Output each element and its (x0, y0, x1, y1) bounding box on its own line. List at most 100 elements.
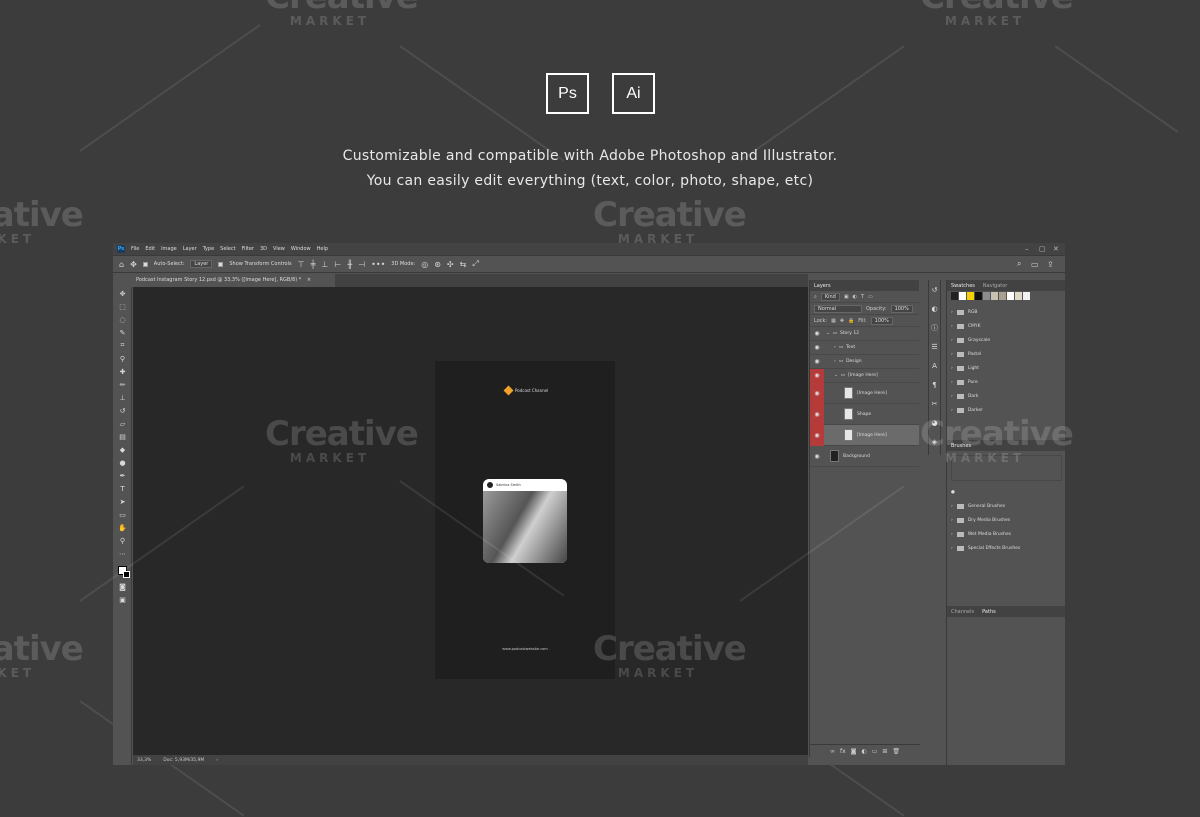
workspace-icon[interactable]: ▭ (1031, 260, 1039, 269)
color-swatch[interactable] (951, 292, 958, 300)
share-icon[interactable]: ⇪ (1047, 260, 1054, 269)
swatch-group[interactable]: › Dark (947, 389, 1065, 403)
layer-row[interactable]: ◉ ⌄ ▭ Story 12 (810, 327, 919, 341)
dodge-tool-icon[interactable]: ● (113, 456, 132, 469)
color-swatch[interactable] (991, 292, 998, 300)
swatch-group[interactable]: › Darker (947, 403, 1065, 417)
chevron-down-icon[interactable]: ⌄ (834, 373, 838, 378)
canvas-area[interactable]: Podcast Channel Sabrina Smith www.podcas… (133, 287, 808, 755)
screen-mode-icon[interactable]: ▣ (113, 593, 132, 606)
menu-layer[interactable]: Layer (183, 246, 197, 252)
layer-row[interactable]: ◉ ⌄ ▭ [Image Here] (810, 368, 919, 383)
more-tools-icon[interactable]: ⋯ (113, 547, 132, 560)
zoom-tool-icon[interactable]: ⚲ (113, 534, 132, 547)
layer-row[interactable]: ◉ [Image Here] (810, 382, 919, 404)
eye-icon[interactable]: ◉ (810, 403, 824, 425)
adjustment-icon[interactable]: ◐ (861, 748, 866, 755)
color-swatches-icon[interactable] (113, 560, 132, 580)
menu-type[interactable]: Type (203, 246, 214, 252)
layer-row-selected[interactable]: ◉ [Image Here] (810, 424, 919, 446)
brush-tool-icon[interactable]: ✏ (113, 378, 132, 391)
filter-adjust-icon[interactable]: ◐ (853, 294, 857, 300)
trash-icon[interactable]: 🗑 (892, 748, 900, 755)
eye-icon[interactable]: ◉ (810, 424, 824, 446)
new-layer-icon[interactable]: ⊞ (882, 748, 887, 755)
color-swatch[interactable] (975, 292, 982, 300)
story-document[interactable]: Podcast Channel Sabrina Smith www.podcas… (435, 361, 615, 679)
align-center-icon[interactable]: ╫ (347, 260, 352, 269)
auto-select-dropdown[interactable]: Layer (190, 260, 213, 268)
scale-3d-icon[interactable]: ⤢ (472, 259, 478, 269)
properties-icon[interactable]: ☰ (929, 337, 940, 356)
lasso-tool-icon[interactable]: ◌ (113, 313, 132, 326)
layer-row[interactable]: ◉ › ▭ Text (810, 341, 919, 355)
minimize-icon[interactable]: – (1025, 245, 1029, 253)
tab-swatches[interactable]: Swatches (951, 283, 975, 289)
eraser-tool-icon[interactable]: ▱ (113, 417, 132, 430)
more-options-icon[interactable]: ••• (371, 260, 385, 269)
adjustments-icon[interactable]: ◐ (929, 299, 940, 318)
lock-all-icon[interactable]: 🔒 (848, 318, 854, 324)
color-icon[interactable]: ◕ (929, 413, 940, 432)
brush-group[interactable]: › Wet Media Brushes (947, 527, 1065, 541)
healing-tool-icon[interactable]: ✚ (113, 365, 132, 378)
swatch-group[interactable]: › CMYK (947, 319, 1065, 333)
auto-select-checkbox[interactable] (142, 261, 148, 267)
eye-icon[interactable]: ◉ (810, 330, 824, 337)
align-top-icon[interactable]: ⊤ (298, 260, 305, 269)
path-select-tool-icon[interactable]: ➤ (113, 495, 132, 508)
mask-icon[interactable]: ◙ (851, 748, 857, 755)
swatch-group[interactable]: › Grayscale (947, 333, 1065, 347)
eye-icon[interactable]: ◉ (810, 368, 824, 383)
paragraph-icon[interactable]: ¶ (929, 375, 940, 394)
shape-tool-icon[interactable]: ▭ (113, 508, 132, 521)
link-icon[interactable]: ∞ (830, 748, 835, 755)
close-tab-icon[interactable]: × (307, 277, 311, 283)
layers-icon[interactable]: ◈ (929, 432, 940, 451)
move-tool-icon[interactable]: ✥ (130, 260, 137, 269)
quick-mask-icon[interactable]: ◙ (113, 580, 132, 593)
eyedropper-tool-icon[interactable]: ⚲ (113, 352, 132, 365)
move-tool-icon[interactable]: ✥ (113, 287, 132, 300)
align-right-icon[interactable]: ⊣ (358, 260, 365, 269)
opacity-input[interactable]: 100% (890, 304, 913, 313)
eye-icon[interactable]: ◉ (810, 382, 824, 404)
history-brush-tool-icon[interactable]: ↺ (113, 404, 132, 417)
filter-type-icon[interactable]: T (861, 294, 864, 300)
kind-dropdown[interactable]: Kind (820, 292, 840, 301)
menu-select[interactable]: Select (220, 246, 235, 252)
menu-3d[interactable]: 3D (260, 246, 267, 252)
slide-icon[interactable]: ⇆ (460, 260, 467, 269)
folder-icon[interactable]: ▭ (872, 748, 878, 755)
roll-icon[interactable]: ⊛ (434, 260, 441, 269)
eye-icon[interactable]: ◉ (810, 344, 824, 351)
history-icon[interactable]: ↺ (929, 280, 940, 299)
align-bottom-icon[interactable]: ⊥ (321, 260, 328, 269)
align-middle-icon[interactable]: ╪ (311, 260, 316, 269)
color-swatch[interactable] (1023, 292, 1030, 300)
filter-pixel-icon[interactable]: ▣ (844, 294, 849, 300)
type-tool-icon[interactable]: T (113, 482, 132, 495)
layer-row[interactable]: ◉ Shape (810, 403, 919, 425)
menu-view[interactable]: View (273, 246, 285, 252)
stamp-tool-icon[interactable]: ⊥ (113, 391, 132, 404)
brush-size-dot-icon[interactable]: ● (947, 485, 1065, 499)
pan-3d-icon[interactable]: ✣ (447, 260, 454, 269)
filter-shape-icon[interactable]: ▭ (868, 294, 873, 300)
blend-mode-dropdown[interactable]: Normal (814, 304, 862, 313)
fill-input[interactable]: 100% (870, 316, 893, 325)
color-swatch[interactable] (967, 292, 974, 300)
info-icon[interactable]: ⓘ (929, 318, 940, 337)
swatch-group[interactable]: › Light (947, 361, 1065, 375)
tab-brushes[interactable]: Brushes (951, 443, 971, 449)
menu-filter[interactable]: Filter (242, 246, 254, 252)
pen-tool-icon[interactable]: ✒ (113, 469, 132, 482)
document-tab[interactable]: Podcast Instagram Story 12.psd @ 33,3% (… (132, 274, 335, 287)
show-transform-checkbox[interactable] (218, 261, 224, 267)
swatch-group[interactable]: › Pure (947, 375, 1065, 389)
chevron-right-icon[interactable]: › (834, 359, 836, 364)
search-icon[interactable]: ⌕ (1017, 259, 1021, 269)
character-icon[interactable]: A (929, 356, 940, 375)
menu-window[interactable]: Window (291, 246, 311, 252)
swatch-group[interactable]: › RGB (947, 305, 1065, 319)
